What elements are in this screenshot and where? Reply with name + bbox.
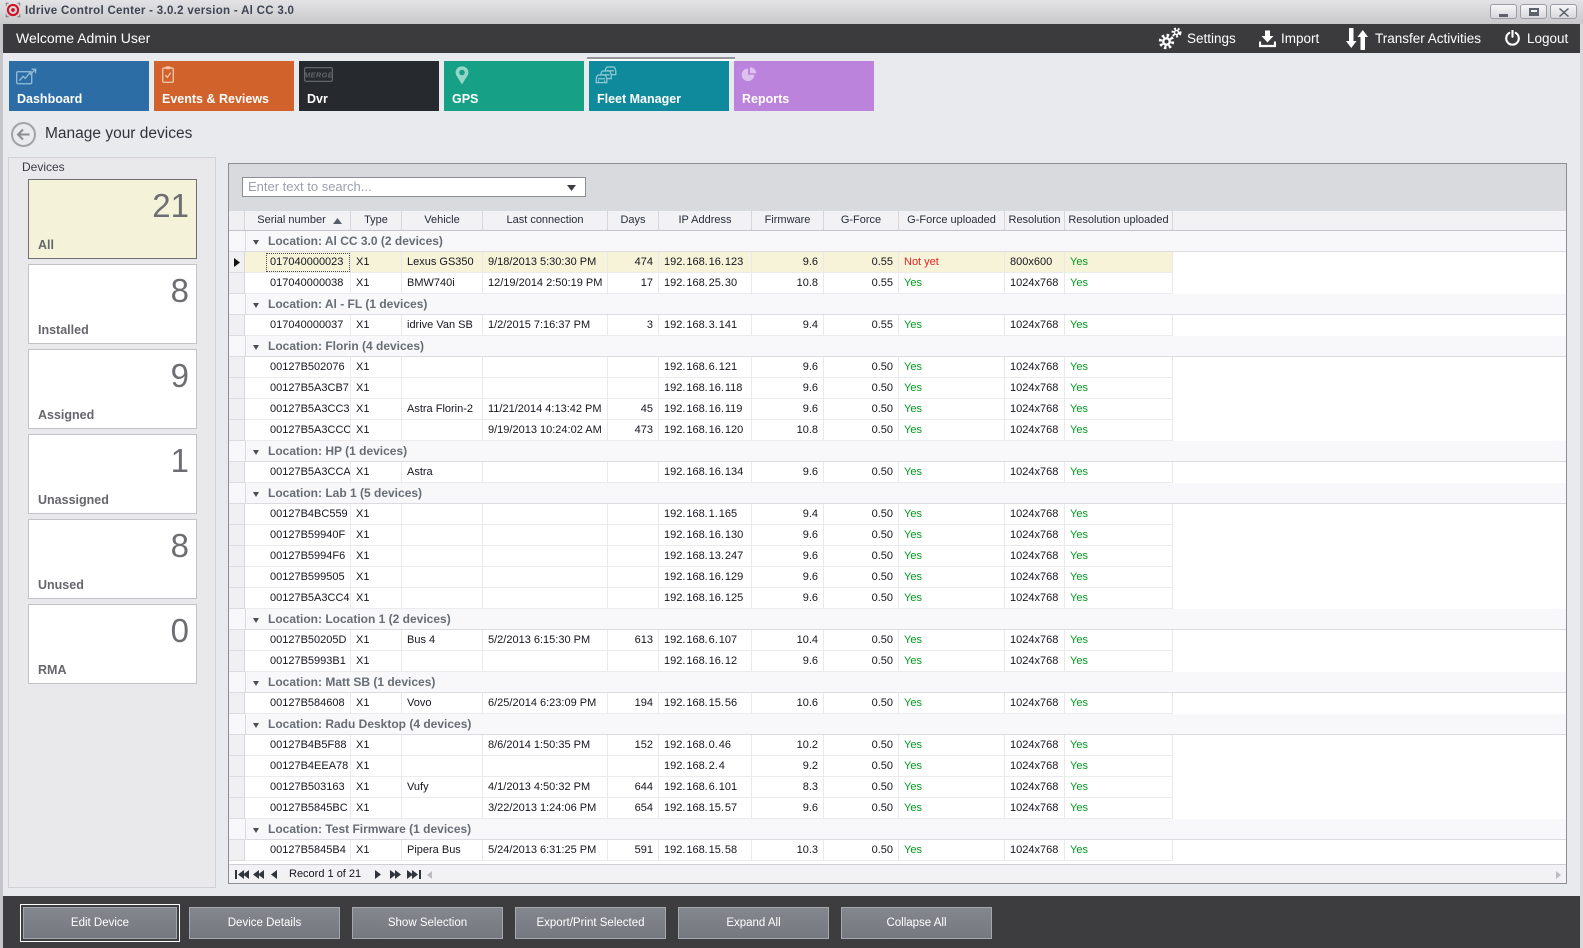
svg-text:MERGE: MERGE — [304, 71, 333, 80]
